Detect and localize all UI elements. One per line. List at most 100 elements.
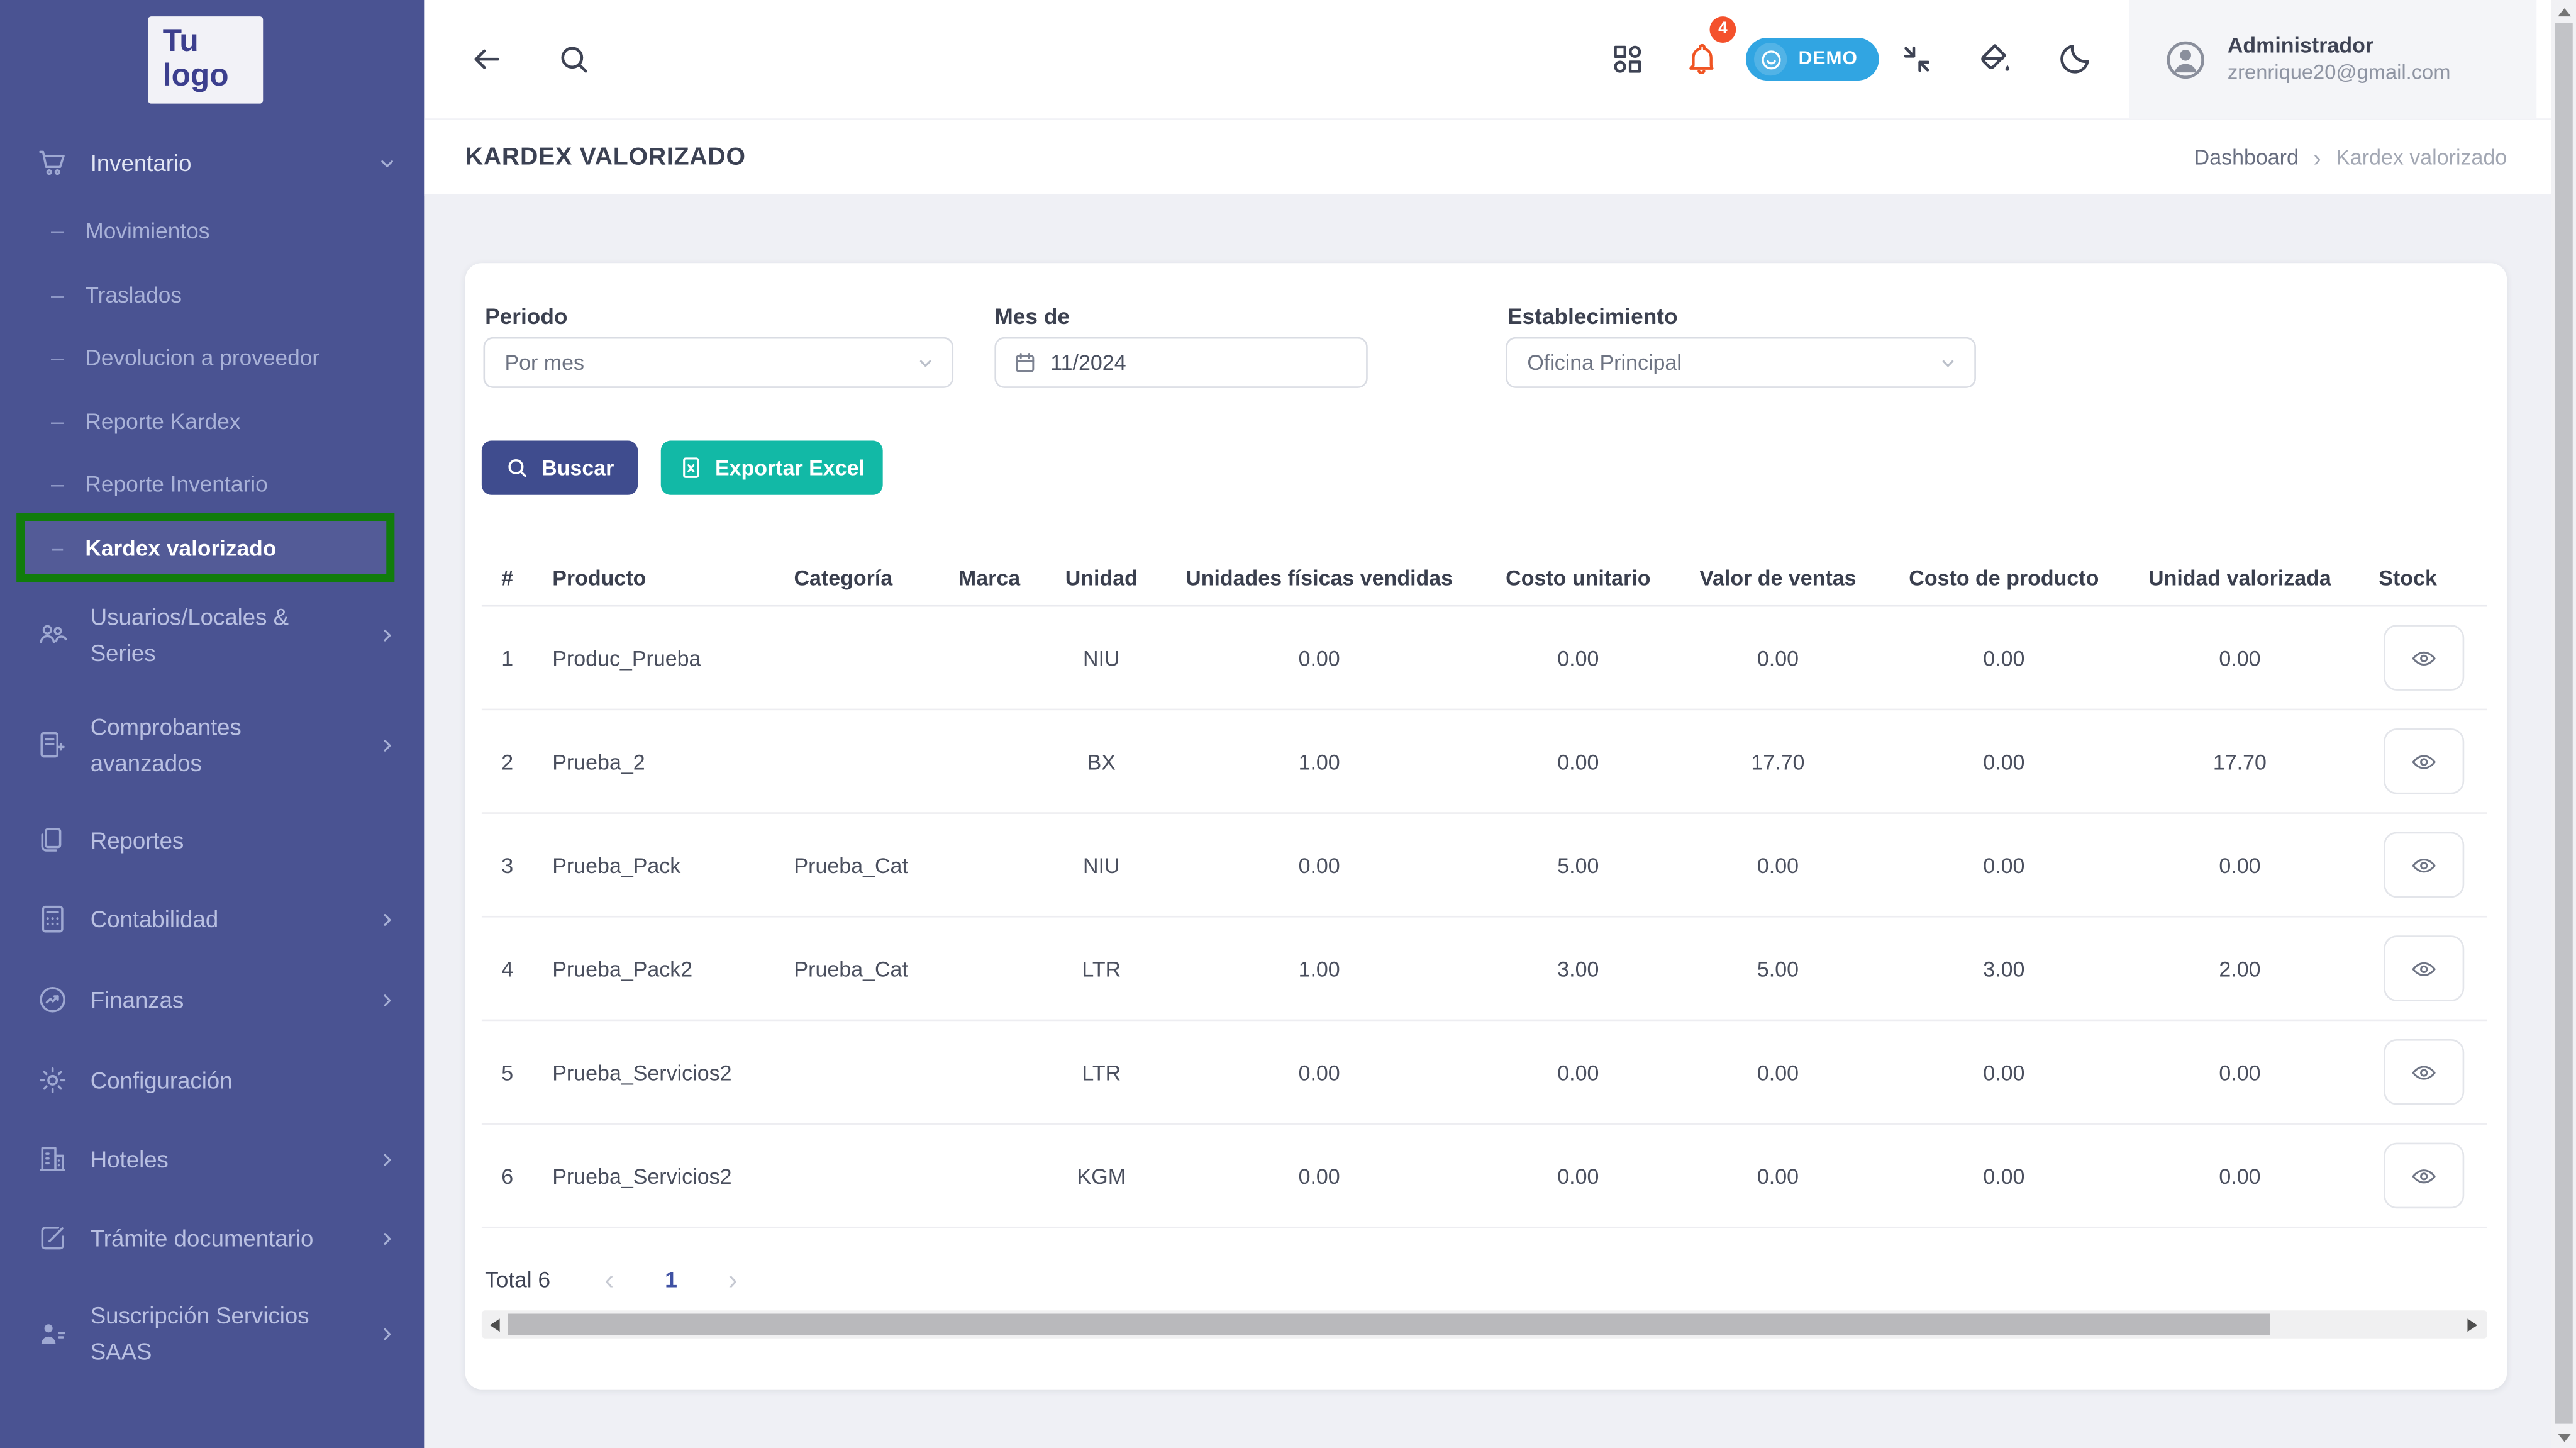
sidebar-subitem-devolucion[interactable]: – Devolucion a proveedor xyxy=(0,326,424,388)
scroll-left-arrow-icon[interactable] xyxy=(489,1318,500,1331)
paint-bucket-icon[interactable] xyxy=(1976,41,2012,77)
sidebar-item-contabilidad[interactable]: Contabilidad xyxy=(0,879,424,958)
cell-unidad: NIU xyxy=(1083,645,1120,671)
scroll-right-arrow-icon[interactable] xyxy=(2467,1318,2478,1331)
cell-num: 6 xyxy=(501,1163,514,1188)
col-header-producto: Producto xyxy=(552,565,647,591)
dash-bullet-icon: – xyxy=(51,281,64,308)
cell-valor-ventas: 5.00 xyxy=(1757,955,1799,981)
sidebar-item-configuracion[interactable]: Configuración xyxy=(0,1041,424,1120)
view-stock-button[interactable] xyxy=(2382,1142,2463,1209)
cell-producto: Prueba_Servicios2 xyxy=(552,1059,732,1084)
breadcrumb-dashboard[interactable]: Dashboard xyxy=(2194,145,2299,169)
excel-file-icon xyxy=(683,457,699,478)
cell-unidad: BX xyxy=(1087,749,1116,774)
col-header-costo-unitario: Costo unitario xyxy=(1506,565,1651,591)
sidebar-item-label: Suscripción Servicios SAAS xyxy=(90,1302,309,1365)
view-stock-button[interactable] xyxy=(2382,728,2463,794)
view-stock-button[interactable] xyxy=(2382,1039,2463,1105)
view-stock-button[interactable] xyxy=(2382,935,2463,1001)
vertical-scrollbar-thumb[interactable] xyxy=(2555,23,2573,1424)
sidebar-item-label: Hoteles xyxy=(90,1145,169,1172)
pagination-prev-icon[interactable]: ‹ xyxy=(604,1265,614,1293)
trend-circle-icon xyxy=(36,983,69,1016)
kardex-card: Periodo Por mes Mes de 11/2024 Estableci… xyxy=(465,263,2507,1390)
eye-icon xyxy=(2411,1065,2435,1079)
col-header-unidades-fisicas: Unidades físicas vendidas xyxy=(1185,565,1453,591)
mes-input[interactable]: 11/2024 xyxy=(994,337,1368,388)
cell-costo-producto: 0.00 xyxy=(1983,645,2025,671)
sidebar-item-reportes[interactable]: Reportes xyxy=(0,801,424,879)
horizontal-scrollbar-thumb[interactable] xyxy=(508,1313,2270,1335)
avatar-icon xyxy=(2163,37,2208,82)
view-stock-button[interactable] xyxy=(2382,832,2463,898)
chevron-down-icon xyxy=(916,353,935,372)
sidebar-item-label: Finanzas xyxy=(90,986,184,1013)
chevron-right-icon xyxy=(377,1227,398,1249)
eye-icon xyxy=(2411,650,2435,665)
sidebar-item-tramite-documentario[interactable]: Trámite documentario xyxy=(0,1199,424,1278)
sidebar-item-label: Trámite documentario xyxy=(90,1225,314,1252)
subitem-label: Reporte Kardex xyxy=(85,408,241,433)
col-header-unidad: Unidad xyxy=(1065,565,1138,591)
sidebar-item-usuarios-locales[interactable]: Usuarios/Locales & Series xyxy=(0,595,424,674)
bell-icon[interactable] xyxy=(1684,41,1720,77)
sidebar-item-hoteles[interactable]: Hoteles xyxy=(0,1120,424,1198)
cell-valor-ventas: 0.00 xyxy=(1757,1059,1799,1084)
sidebar-subitem-kardex-valorizado[interactable]: – Kardex valorizado xyxy=(0,516,424,579)
table-row: 4 Prueba_Pack2 Prueba_Cat LTR 1.00 3.00 … xyxy=(481,918,2487,1022)
subitem-label: Movimientos xyxy=(85,218,210,243)
subitem-label: Reporte Inventario xyxy=(85,471,268,496)
scroll-down-arrow-icon[interactable] xyxy=(2557,1434,2570,1442)
sidebar-item-inventario[interactable]: Inventario xyxy=(0,131,424,194)
sidebar-item-finanzas[interactable]: Finanzas xyxy=(0,961,424,1039)
pagination-page-1[interactable]: 1 xyxy=(665,1267,677,1291)
horizontal-scrollbar[interactable] xyxy=(481,1310,2487,1339)
sidebar-subitem-traslados[interactable]: – Traslados xyxy=(0,263,424,325)
establecimiento-label: Establecimiento xyxy=(1507,304,1678,329)
app-logo: Tu logo xyxy=(148,16,264,104)
demo-pill-button[interactable]: DEMO xyxy=(1745,38,1879,81)
moon-icon[interactable] xyxy=(2057,41,2093,77)
cell-costo-producto: 3.00 xyxy=(1983,955,2025,981)
app-window: Tu logo Inventario – Movimientos – Trasl… xyxy=(0,0,2576,1448)
table-row: 3 Prueba_Pack Prueba_Cat NIU 0.00 5.00 0… xyxy=(481,814,2487,918)
topbar: 4 DEMO Administrador zrenrique20@gmail.c… xyxy=(424,0,2551,119)
exportar-excel-button[interactable]: Exportar Excel xyxy=(660,440,883,495)
cell-unidad: LTR xyxy=(1082,955,1121,981)
vertical-scrollbar[interactable] xyxy=(2551,0,2576,1448)
establecimiento-select[interactable]: Oficina Principal xyxy=(1506,337,1976,388)
breadcrumb-current: Kardex valorizado xyxy=(2336,145,2507,170)
logo-text-line1: Tu xyxy=(162,25,199,60)
sidebar-item-suscripcion-saas[interactable]: Suscripción Servicios SAAS xyxy=(0,1294,424,1373)
back-arrow-icon[interactable] xyxy=(469,41,505,77)
search-icon[interactable] xyxy=(555,41,592,77)
cell-unidades: 0.00 xyxy=(1298,1059,1340,1084)
sidebar-subitem-reporte-inventario[interactable]: – Reporte Inventario xyxy=(0,452,424,515)
cell-valor-ventas: 0.00 xyxy=(1757,1163,1799,1188)
chevron-right-icon xyxy=(377,624,398,645)
col-header-stock: Stock xyxy=(2379,565,2437,591)
scroll-up-arrow-icon[interactable] xyxy=(2557,8,2570,17)
compress-icon[interactable] xyxy=(1899,41,1935,77)
apps-grid-icon[interactable] xyxy=(1609,41,1646,77)
chevron-right-icon xyxy=(377,1323,398,1344)
buscar-button[interactable]: Buscar xyxy=(481,440,638,495)
col-header-marca: Marca xyxy=(958,565,1021,591)
subitem-label: Kardex valorizado xyxy=(85,535,277,560)
periodo-select[interactable]: Por mes xyxy=(483,337,954,388)
pagination: Total 6 ‹ 1 › xyxy=(485,1258,738,1301)
cell-costo-producto: 0.00 xyxy=(1983,1059,2025,1084)
periodo-label: Periodo xyxy=(485,304,568,329)
user-menu[interactable]: Administrador zrenrique20@gmail.com xyxy=(2129,0,2537,119)
sidebar-subitem-movimientos[interactable]: – Movimientos xyxy=(0,199,424,261)
col-header-num: # xyxy=(501,565,514,591)
cell-unidades: 0.00 xyxy=(1298,1163,1340,1188)
cell-unidad-valorizada: 0.00 xyxy=(2219,852,2261,877)
pagination-next-icon[interactable]: › xyxy=(728,1265,738,1293)
cell-costo-unitario: 3.00 xyxy=(1557,955,1599,981)
sidebar-item-comprobantes-avanzados[interactable]: Comprobantes avanzados xyxy=(0,705,424,784)
view-stock-button[interactable] xyxy=(2382,625,2463,691)
dash-bullet-icon: – xyxy=(51,408,64,435)
sidebar-subitem-reporte-kardex[interactable]: – Reporte Kardex xyxy=(0,389,424,452)
